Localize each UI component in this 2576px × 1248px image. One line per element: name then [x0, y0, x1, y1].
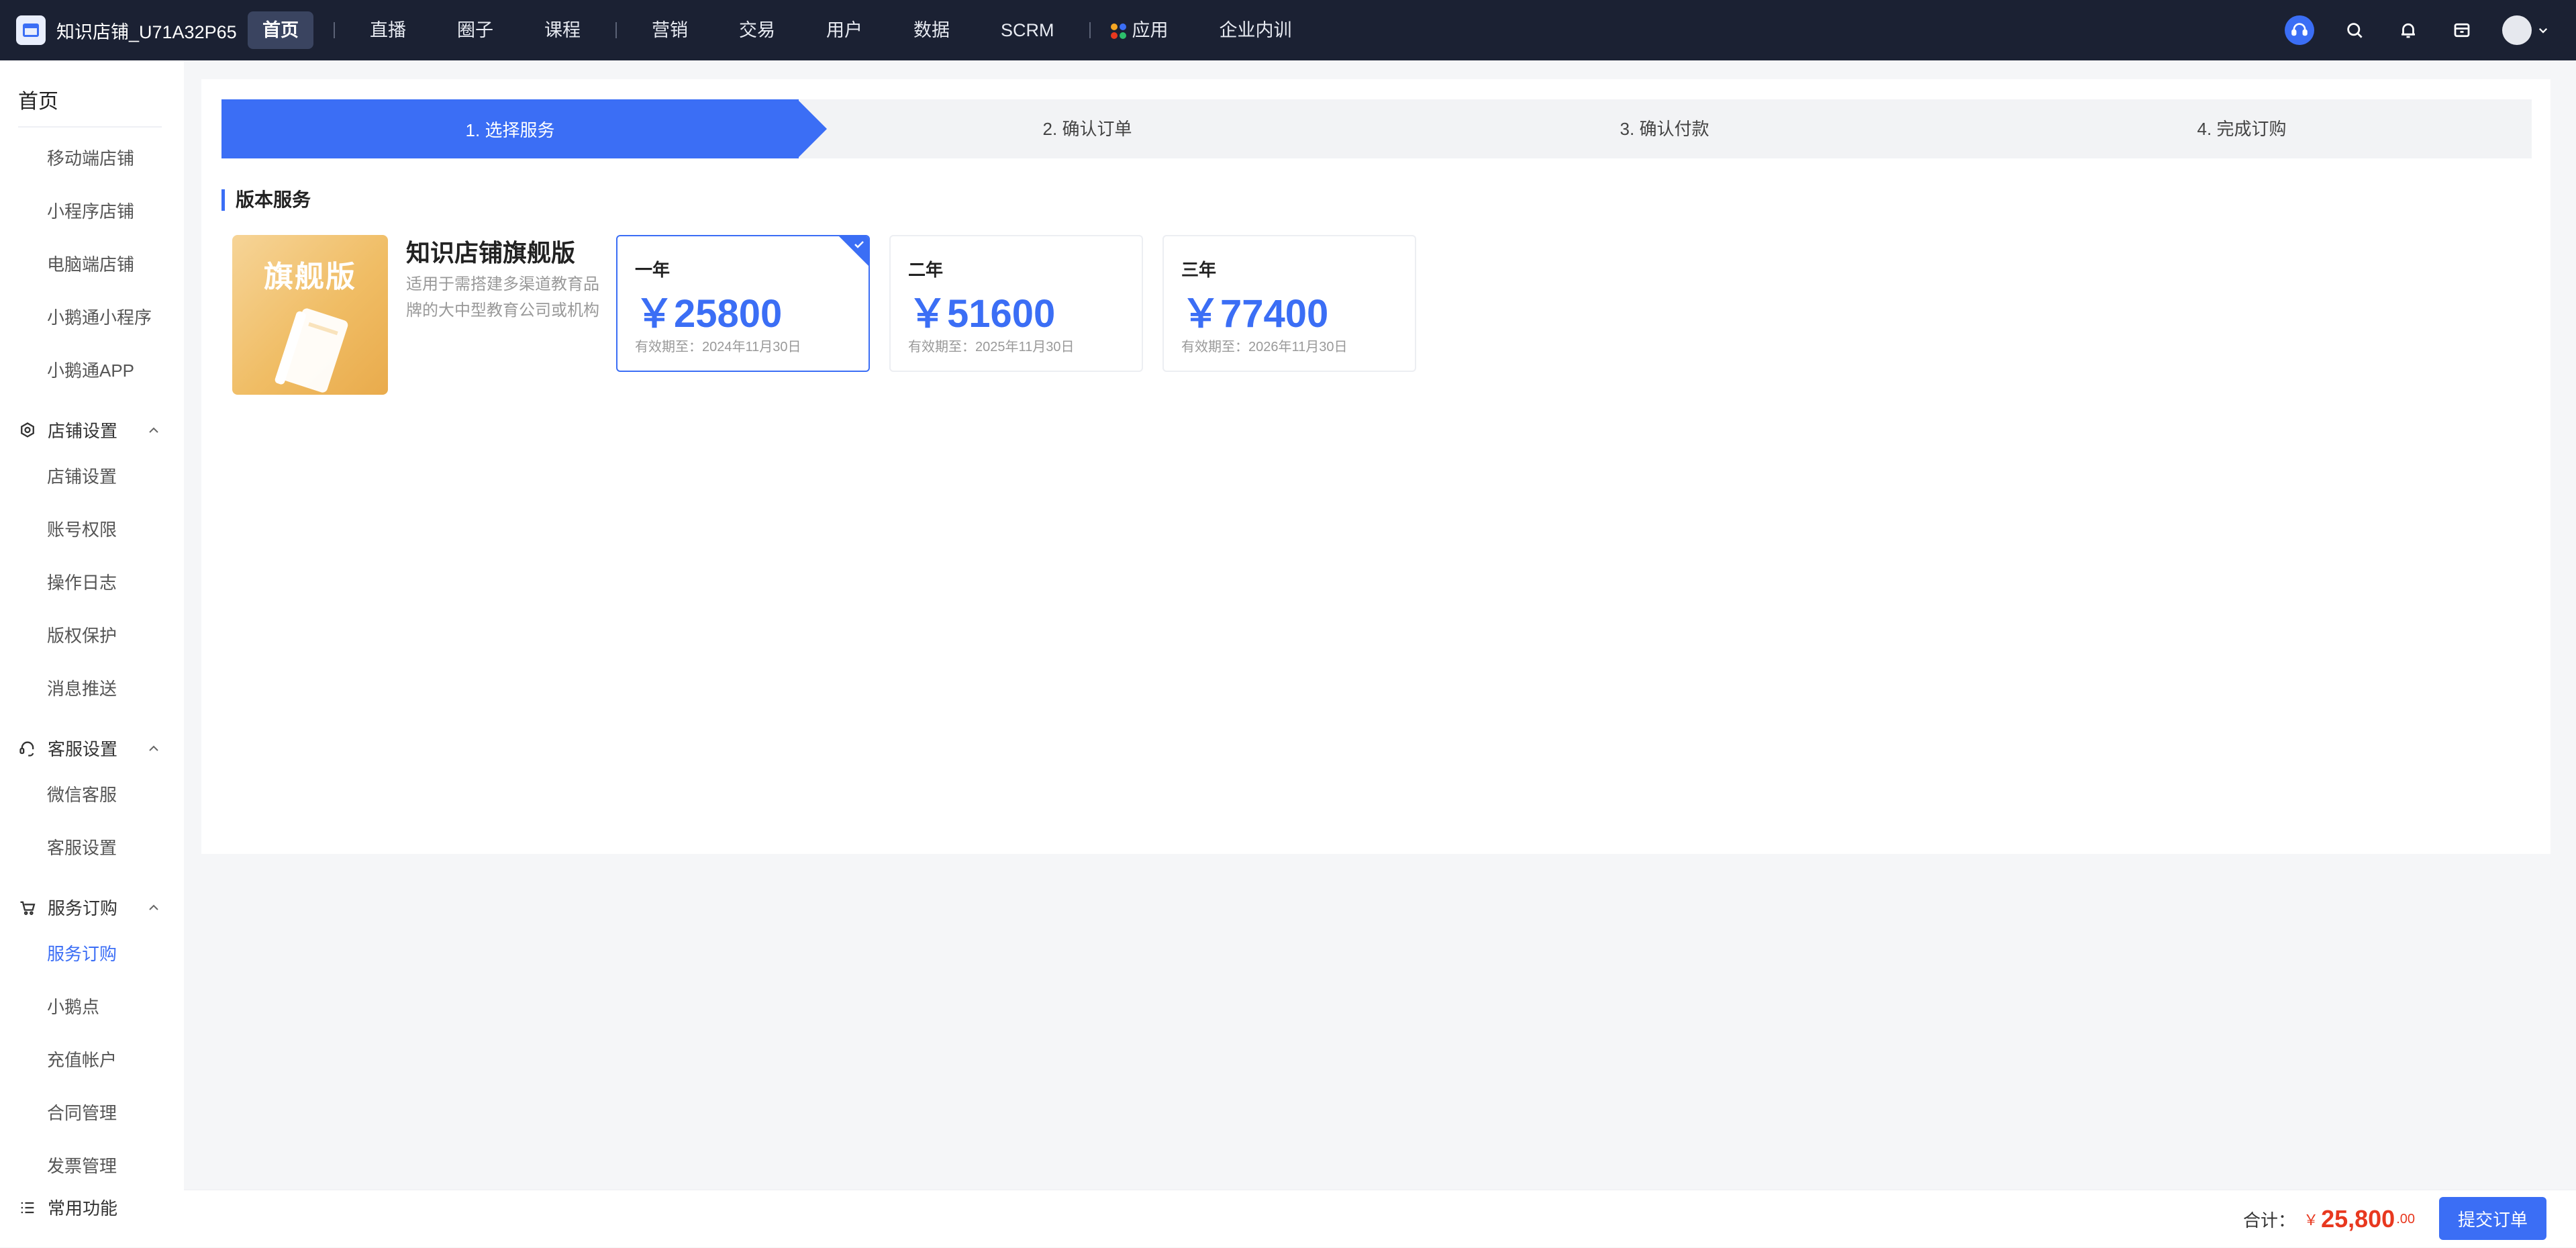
- sidebar-group-label: 服务订购: [48, 898, 118, 918]
- total-currency: ￥: [2303, 1212, 2319, 1229]
- product-description: 适用于需搭建多渠道教育品牌的大中型教育公司或机构: [406, 275, 599, 320]
- sidebar-item-service-order[interactable]: 服务订购: [47, 941, 117, 965]
- submit-order-button[interactable]: 提交订单: [2439, 1197, 2546, 1240]
- step-1-active: 1. 选择服务: [221, 99, 799, 158]
- nav-divider: [334, 22, 335, 38]
- chevron-down-icon: [2538, 28, 2548, 34]
- nav-live[interactable]: 直播: [355, 11, 421, 49]
- sidebar-common-functions-label: 常用功能: [48, 1198, 118, 1218]
- sidebar-divider: [18, 126, 162, 128]
- apps-icon: [1110, 23, 1127, 40]
- total-amount: 25,800: [2321, 1205, 2395, 1233]
- headset-icon: [19, 741, 34, 757]
- sidebar-item-mobile-shop[interactable]: 移动端店铺: [47, 145, 134, 170]
- shop-logo-icon: [16, 15, 46, 45]
- plan-period: 一年: [635, 260, 671, 280]
- plan-price: ￥51600: [908, 292, 1056, 336]
- list-icon: [21, 1202, 34, 1213]
- nav-divider: [1089, 22, 1091, 38]
- product-name: 知识店铺旗舰版: [406, 239, 576, 267]
- chevron-up-icon: [149, 745, 158, 751]
- main-nav: 首页 直播 圈子 课程 营销 交易 用户 数据 SCRM 应用 企业内训: [248, 0, 1328, 60]
- nav-enterprise-training[interactable]: 企业内训: [1205, 11, 1307, 49]
- sidebar-item-contract-management[interactable]: 合同管理: [47, 1100, 117, 1124]
- bell-icon[interactable]: [2395, 17, 2422, 44]
- sidebar-home[interactable]: 首页: [18, 85, 58, 114]
- plan-price: ￥77400: [1181, 292, 1329, 336]
- plan-validity: 有效期至：2024年11月30日: [635, 340, 801, 354]
- sidebar: 首页 移动端店铺 小程序店铺 电脑端店铺 小鹅通小程序 小鹅通APP 店铺设置 …: [0, 60, 184, 1247]
- topbar-actions: [2285, 0, 2549, 60]
- book-icon: [275, 308, 348, 393]
- chevron-up-icon: [149, 904, 158, 910]
- plan-validity: 有效期至：2026年11月30日: [1181, 340, 1348, 354]
- nav-course[interactable]: 课程: [530, 11, 595, 49]
- main-content: 1. 选择服务 2. 确认订单 3. 确认付款 4. 完成订购 版本服务 旗舰版…: [201, 79, 2550, 854]
- plan-card-2-year[interactable]: 二年 ￥51600 有效期至：2025年11月30日: [889, 235, 1143, 372]
- store-icon[interactable]: [2448, 17, 2475, 44]
- top-navigation-bar: 知识店铺_U71A32P65 首页 直播 圈子 课程 营销 交易 用户 数据 S…: [0, 0, 2576, 60]
- plan-price: ￥25800: [635, 292, 783, 336]
- total-label: 合计：: [2243, 1210, 2296, 1231]
- order-steps: 1. 选择服务 2. 确认订单 3. 确认付款 4. 完成订购: [221, 99, 2532, 158]
- customer-service-icon[interactable]: [2285, 15, 2314, 45]
- sidebar-group-shop-settings[interactable]: 店铺设置: [18, 418, 162, 442]
- sidebar-item-miniprogram-shop[interactable]: 小程序店铺: [47, 198, 134, 223]
- order-total: 合计： ￥ 25,800 .00: [2243, 1190, 2415, 1248]
- selected-check-icon: [839, 236, 869, 266]
- sidebar-item-invoice-management[interactable]: 发票管理: [47, 1153, 117, 1178]
- section-title: 版本服务: [221, 189, 311, 211]
- plan-card-3-year[interactable]: 三年 ￥77400 有效期至：2026年11月30日: [1162, 235, 1416, 372]
- plan-period: 二年: [908, 260, 944, 280]
- sidebar-item-recharge-account[interactable]: 充值帐户: [47, 1047, 117, 1071]
- total-cents: .00: [2396, 1211, 2415, 1227]
- nav-apps[interactable]: 应用: [1110, 11, 1183, 49]
- checkout-bar: 合计： ￥ 25,800 .00 提交订单: [184, 1190, 2576, 1247]
- sidebar-group-label: 店铺设置: [48, 421, 118, 441]
- user-menu[interactable]: [2502, 15, 2549, 45]
- step-4: 4. 完成订购: [2197, 119, 2287, 139]
- step-2: 2. 确认订单: [1042, 119, 1132, 139]
- nav-users[interactable]: 用户: [811, 11, 877, 49]
- avatar: [2502, 15, 2532, 45]
- nav-apps-label: 应用: [1132, 20, 1169, 40]
- nav-marketing[interactable]: 营销: [637, 11, 703, 49]
- cart-icon: [20, 901, 36, 915]
- sidebar-group-customer-service[interactable]: 客服设置: [18, 736, 162, 761]
- plan-period: 三年: [1181, 260, 1217, 280]
- nav-scrm[interactable]: SCRM: [986, 11, 1069, 49]
- brand-name: 知识店铺_U71A32P65: [56, 21, 237, 42]
- sidebar-item-message-push[interactable]: 消息推送: [47, 675, 117, 700]
- nav-data[interactable]: 数据: [899, 11, 964, 49]
- nav-trade[interactable]: 交易: [724, 11, 790, 49]
- product-image: 旗舰版: [232, 235, 388, 395]
- sidebar-item-xiaoe-points[interactable]: 小鹅点: [47, 994, 99, 1018]
- sidebar-item-operation-log[interactable]: 操作日志: [47, 569, 117, 594]
- plan-validity: 有效期至：2025年11月30日: [908, 340, 1075, 354]
- sidebar-item-pc-shop[interactable]: 电脑端店铺: [47, 251, 134, 276]
- sidebar-item-wechat-service[interactable]: 微信客服: [47, 781, 117, 806]
- nav-circle[interactable]: 圈子: [442, 11, 508, 49]
- plan-card-1-year[interactable]: 一年 ￥25800 有效期至：2024年11月30日: [616, 235, 870, 372]
- nav-home[interactable]: 首页: [248, 11, 313, 49]
- step-3: 3. 确认付款: [1620, 119, 1710, 139]
- product-badge: 旗舰版: [264, 260, 356, 293]
- sidebar-item-service-settings[interactable]: 客服设置: [47, 834, 117, 859]
- sidebar-group-label: 客服设置: [48, 739, 118, 759]
- sidebar-group-service-order[interactable]: 服务订购: [18, 895, 162, 920]
- settings-icon: [21, 422, 34, 438]
- sidebar-item-xet-app[interactable]: 小鹅通APP: [47, 357, 134, 382]
- search-icon[interactable]: [2341, 17, 2368, 44]
- nav-divider: [615, 22, 617, 38]
- sidebar-common-functions[interactable]: 常用功能: [18, 1195, 117, 1220]
- brand[interactable]: 知识店铺_U71A32P65: [16, 15, 248, 45]
- chevron-up-icon: [149, 427, 158, 433]
- sidebar-item-account-permissions[interactable]: 账号权限: [47, 516, 117, 541]
- sidebar-item-xet-miniprogram[interactable]: 小鹅通小程序: [47, 304, 152, 329]
- sidebar-item-shop-settings[interactable]: 店铺设置: [47, 463, 117, 488]
- sidebar-item-copyright[interactable]: 版权保护: [47, 622, 117, 647]
